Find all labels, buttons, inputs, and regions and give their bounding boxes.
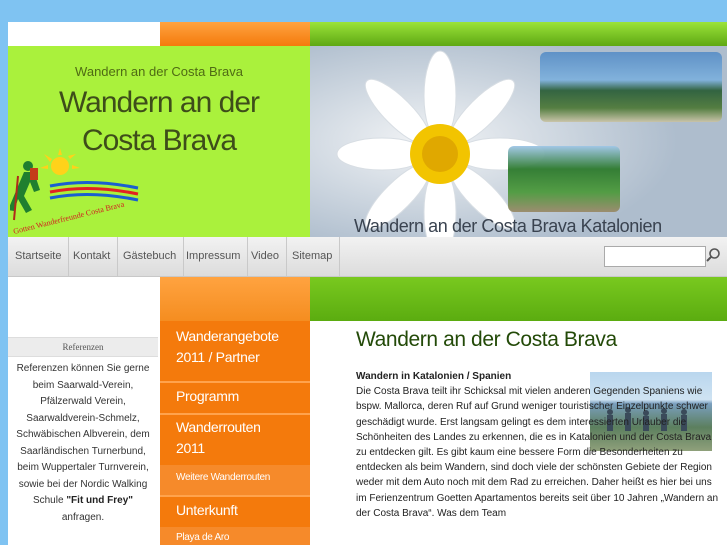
top-strip-orange [160, 22, 310, 46]
references-text-end: anfragen. [61, 511, 105, 523]
menu-item-programm[interactable]: Programm [160, 383, 310, 413]
nav-video[interactable]: Video [244, 237, 287, 276]
references-text-main: Referenzen können Sie gerne beim Saarwal… [16, 363, 150, 506]
banner-caption: Wandern an der Costa Brava Katalonien [354, 216, 662, 236]
header-banner: Wandern an der Costa Brava Katalonien [310, 46, 727, 237]
nav-gaestebuch[interactable]: Gästebuch [116, 237, 185, 276]
content-paragraph: Die Costa Brava teilt ihr Schicksal mit … [356, 386, 719, 519]
side-menu: Wanderangebote 2011 / Partner Programm W… [160, 277, 310, 545]
site-subtitle: Wandern an der Costa Brava [75, 64, 243, 79]
main-nav: Startseite Kontakt Gästebuch Impressum V… [8, 237, 727, 277]
content-intro: Wandern in Katalonien / Spanien [356, 371, 512, 382]
logo-text: Gotten Wanderfreunde Costa Brava [12, 200, 125, 236]
references-heading: Referenzen [8, 337, 158, 357]
menu-item-weitere-wanderrouten[interactable]: Weitere Wanderrouten [160, 465, 310, 495]
menu-item-unterkunft[interactable]: Unterkunft [160, 497, 310, 527]
menu-item-label: Unterkunft [176, 502, 238, 518]
references-text: Referenzen können Sie gerne beim Saarwal… [12, 361, 154, 526]
menu-item-label: Wanderangebote [176, 328, 279, 344]
nav-kontakt[interactable]: Kontakt [66, 237, 119, 276]
hiker-logo-icon: Gotten Wanderfreunde Costa Brava [10, 148, 139, 236]
garden-photo [508, 146, 620, 212]
menu-item-label: Weitere Wanderrouten [176, 472, 271, 483]
top-strip-white [8, 22, 160, 46]
sidebar-references: Referenzen Referenzen können Sie gerne b… [8, 277, 160, 545]
content-body: Wandern in Katalonien / Spanien Die Costa… [356, 369, 722, 521]
site-title-line1: Wandern an der [58, 86, 260, 119]
search-input[interactable] [604, 246, 706, 267]
menu-top-gradient [160, 277, 310, 321]
search-icon[interactable] [705, 247, 721, 263]
coast-photo [540, 52, 722, 122]
main-content: Wandern an der Costa Brava Wandern in Ka… [310, 277, 727, 545]
page-title: Wandern an der Costa Brava [356, 328, 617, 351]
menu-item-wanderrouten[interactable]: Wanderrouten 2011 [160, 415, 310, 465]
nav-startseite[interactable]: Startseite [8, 237, 70, 276]
nav-impressum[interactable]: Impressum [179, 237, 249, 276]
top-strip-green [310, 22, 727, 46]
menu-item-label: 2011 / Partner [176, 349, 260, 365]
references-school-name: "Fit und Frey" [66, 495, 134, 506]
menu-item-label: Programm [176, 388, 239, 404]
nav-sitemap[interactable]: Sitemap [285, 237, 341, 276]
menu-item-playa-de-aro[interactable]: Playa de Aro [160, 527, 310, 545]
site-header: Wandern an der Costa Brava Wandern an de… [8, 46, 310, 237]
menu-item-label: Playa de Aro [176, 532, 230, 543]
menu-item-label: Wanderrouten [176, 419, 261, 435]
menu-item-wanderangebote[interactable]: Wanderangebote 2011 / Partner [160, 321, 310, 383]
menu-item-label: 2011 [176, 440, 205, 456]
